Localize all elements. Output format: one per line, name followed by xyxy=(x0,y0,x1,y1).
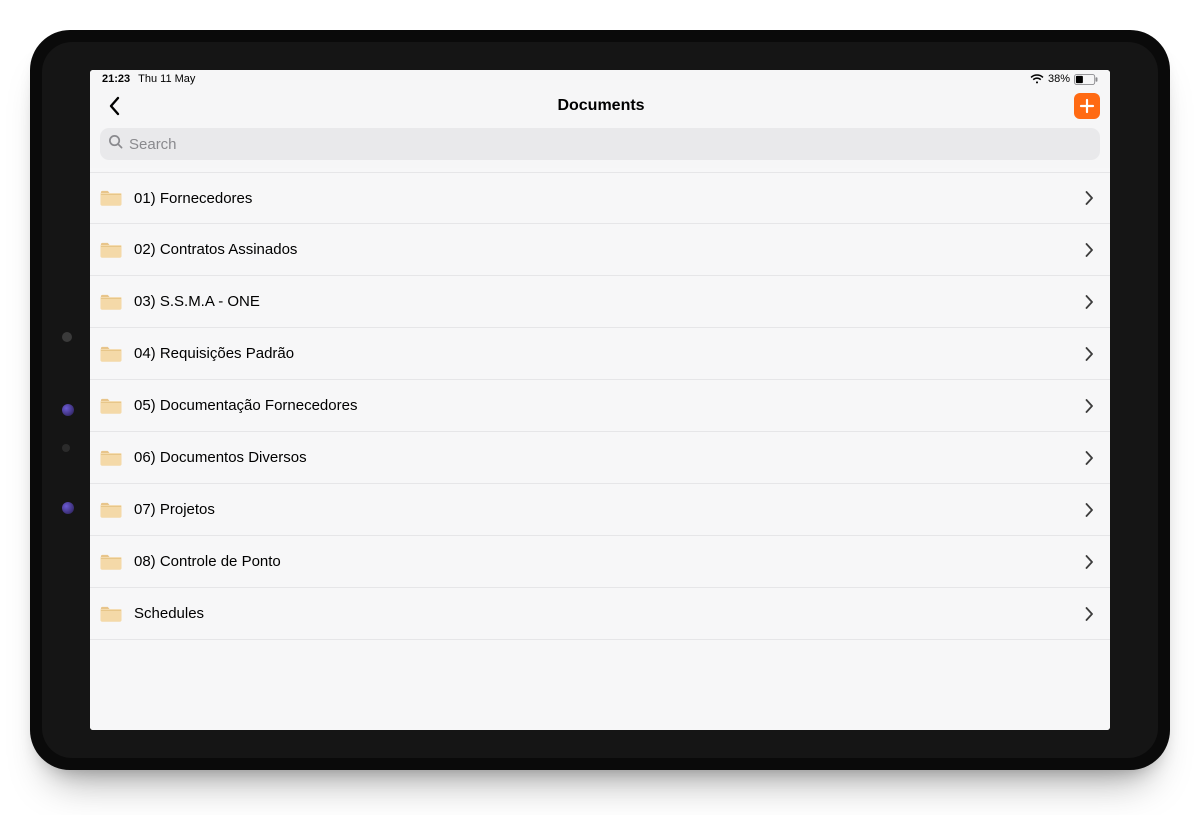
search-bar xyxy=(90,124,1110,168)
folder-icon xyxy=(100,605,122,623)
camera-dot xyxy=(62,502,74,514)
screen: 21:23 Thu 11 May 38% xyxy=(90,70,1110,730)
wifi-icon xyxy=(1030,74,1044,85)
chevron-right-icon xyxy=(1082,503,1096,517)
folder-label: 03) S.S.M.A - ONE xyxy=(134,293,1070,310)
status-time: 21:23 xyxy=(102,73,130,85)
folder-label: 06) Documentos Diversos xyxy=(134,449,1070,466)
folder-label: 05) Documentação Fornecedores xyxy=(134,397,1070,414)
chevron-right-icon xyxy=(1082,399,1096,413)
folder-icon xyxy=(100,345,122,363)
chevron-right-icon xyxy=(1082,191,1096,205)
folder-icon xyxy=(100,397,122,415)
add-button[interactable] xyxy=(1074,93,1100,119)
folder-label: Schedules xyxy=(134,605,1070,622)
chevron-right-icon xyxy=(1082,555,1096,569)
chevron-right-icon xyxy=(1082,607,1096,621)
chevron-left-icon xyxy=(107,96,121,116)
status-battery-percent: 38% xyxy=(1048,73,1070,85)
battery-icon xyxy=(1074,74,1098,85)
chevron-right-icon xyxy=(1082,347,1096,361)
folder-label: 08) Controle de Ponto xyxy=(134,553,1070,570)
folder-row[interactable]: 03) S.S.M.A - ONE xyxy=(90,276,1110,328)
plus-icon xyxy=(1079,98,1095,114)
folder-icon xyxy=(100,501,122,519)
search-field[interactable] xyxy=(100,128,1100,160)
folder-icon xyxy=(100,553,122,571)
folder-label: 07) Projetos xyxy=(134,501,1070,518)
folder-label: 02) Contratos Assinados xyxy=(134,241,1070,258)
chevron-right-icon xyxy=(1082,451,1096,465)
folder-row[interactable]: 01) Fornecedores xyxy=(90,172,1110,224)
sensor-dot xyxy=(62,444,70,452)
nav-header: Documents xyxy=(90,88,1110,124)
page-title: Documents xyxy=(557,97,644,115)
folder-row[interactable]: 05) Documentação Fornecedores xyxy=(90,380,1110,432)
folder-list[interactable]: 01) Fornecedores 02) Contratos Assinados… xyxy=(90,168,1110,730)
folder-row[interactable]: 02) Contratos Assinados xyxy=(90,224,1110,276)
folder-row[interactable]: Schedules xyxy=(90,588,1110,640)
folder-icon xyxy=(100,293,122,311)
folder-icon xyxy=(100,449,122,467)
folder-icon xyxy=(100,189,122,207)
status-bar: 21:23 Thu 11 May 38% xyxy=(90,70,1110,88)
folder-row[interactable]: 08) Controle de Ponto xyxy=(90,536,1110,588)
folder-icon xyxy=(100,241,122,259)
folder-row[interactable]: 04) Requisições Padrão xyxy=(90,328,1110,380)
search-input[interactable] xyxy=(129,128,1092,160)
tablet-bezel: 21:23 Thu 11 May 38% xyxy=(42,42,1158,758)
chevron-right-icon xyxy=(1082,243,1096,257)
back-button[interactable] xyxy=(100,92,128,120)
folder-row[interactable]: 06) Documentos Diversos xyxy=(90,432,1110,484)
tablet-frame: 21:23 Thu 11 May 38% xyxy=(30,30,1170,770)
folder-row[interactable]: 07) Projetos xyxy=(90,484,1110,536)
folder-label: 04) Requisições Padrão xyxy=(134,345,1070,362)
camera-dot xyxy=(62,404,74,416)
folder-label: 01) Fornecedores xyxy=(134,190,1070,207)
sensor-dot xyxy=(62,332,72,342)
search-icon xyxy=(108,134,123,154)
chevron-right-icon xyxy=(1082,295,1096,309)
status-date: Thu 11 May xyxy=(138,73,195,85)
